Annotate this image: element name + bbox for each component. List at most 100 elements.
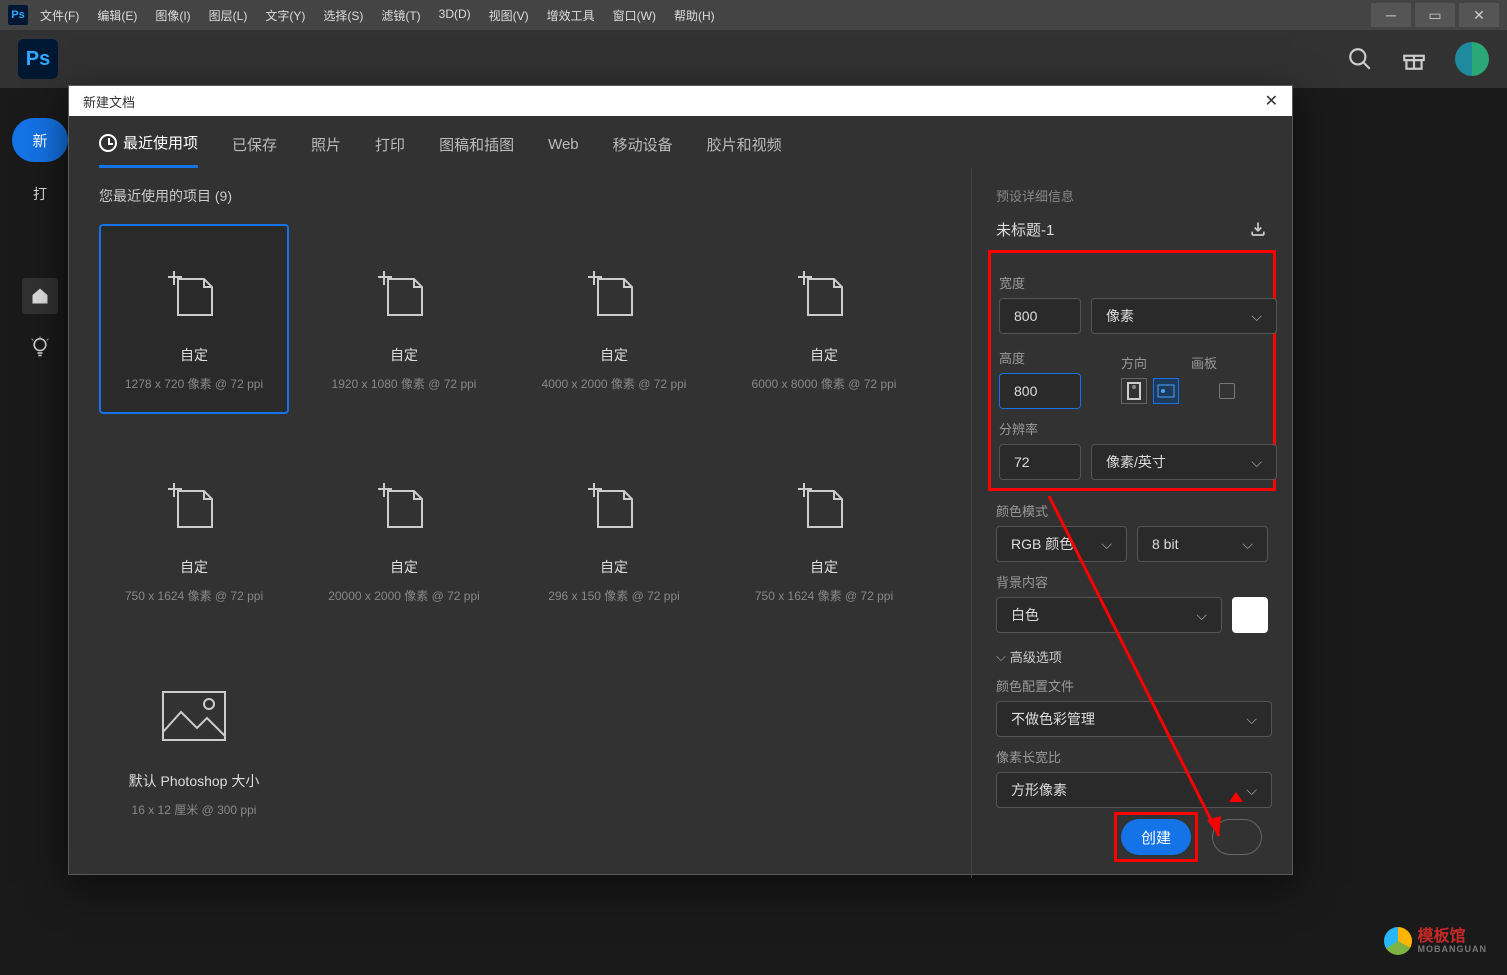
preset-title: 自定 <box>600 345 628 365</box>
download-icon[interactable] <box>1248 220 1268 240</box>
create-highlight: 创建 <box>1114 812 1198 862</box>
preset-card[interactable]: 自定 6000 x 8000 像素 @ 72 ppi <box>729 224 919 414</box>
recent-count-label: 您最近使用的项目 (9) <box>99 186 941 206</box>
preset-subtitle: 16 x 12 厘米 @ 300 ppi <box>132 801 257 818</box>
tab-mobile[interactable]: 移动设备 <box>613 134 673 167</box>
clock-icon <box>99 134 117 152</box>
preset-card[interactable]: 自定1920 x 1080 像素 @ 72 ppi <box>309 224 499 414</box>
orientation-landscape-button[interactable] <box>1153 378 1179 404</box>
menu-select[interactable]: 选择(S) <box>323 7 363 24</box>
close-icon[interactable]: ✕ <box>1265 91 1278 111</box>
chevron-down-icon: ⌵ <box>1251 308 1262 325</box>
cancel-button[interactable] <box>1212 819 1262 855</box>
width-input[interactable] <box>999 298 1081 334</box>
watermark: 模板馆MOBANGUAN <box>1384 927 1488 955</box>
preset-subtitle: 1278 x 720 像素 @ 72 ppi <box>125 375 263 392</box>
menu-file[interactable]: 文件(F) <box>40 7 79 24</box>
tab-recent[interactable]: 最近使用项 <box>99 132 198 168</box>
menu-image[interactable]: 图像(I) <box>155 7 190 24</box>
artboard-checkbox[interactable] <box>1219 383 1235 399</box>
resolution-unit-select[interactable]: 像素/英寸⌵ <box>1091 444 1277 480</box>
menu-plugin[interactable]: 增效工具 <box>547 7 595 24</box>
resolution-input[interactable] <box>999 444 1081 480</box>
menu-edit[interactable]: 编辑(E) <box>97 7 137 24</box>
orientation-label: 方向 <box>1121 353 1147 372</box>
color-mode-label: 颜色模式 <box>996 501 1268 520</box>
document-icon <box>376 267 432 323</box>
maximize-button[interactable]: ▭ <box>1415 3 1455 27</box>
menu-window[interactable]: 窗口(W) <box>613 7 656 24</box>
tab-film[interactable]: 胶片和视频 <box>707 134 782 167</box>
color-mode-select[interactable]: RGB 颜色⌵ <box>996 526 1127 562</box>
create-button[interactable]: 创建 <box>1121 819 1191 855</box>
preset-title: 自定 <box>810 557 838 577</box>
menu-bar: 文件(F) 编辑(E) 图像(I) 图层(L) 文字(Y) 选择(S) 滤镜(T… <box>40 7 715 24</box>
image-icon <box>159 688 229 749</box>
close-button[interactable]: ✕ <box>1459 3 1499 27</box>
width-unit-select[interactable]: 像素⌵ <box>1091 298 1277 334</box>
pixel-aspect-select[interactable]: 方形像素⌵ <box>996 772 1272 808</box>
resolution-label: 分辨率 <box>999 419 1265 438</box>
background-select[interactable]: 白色⌵ <box>996 597 1222 633</box>
preset-card[interactable]: 自定20000 x 2000 像素 @ 72 ppi <box>309 436 499 626</box>
menu-filter[interactable]: 滤镜(T) <box>381 7 420 24</box>
chevron-down-icon: ⌵ <box>1246 782 1257 799</box>
menu-help[interactable]: 帮助(H) <box>674 7 715 24</box>
menu-view[interactable]: 视图(V) <box>489 7 529 24</box>
preset-card[interactable]: 自定4000 x 2000 像素 @ 72 ppi <box>519 224 709 414</box>
preset-title: 自定 <box>390 345 418 365</box>
tab-art[interactable]: 图稿和插图 <box>439 134 514 167</box>
document-name[interactable]: 未标题-1 <box>996 219 1054 240</box>
chevron-down-icon: ⌵ <box>996 649 1006 665</box>
preset-subtitle: 20000 x 2000 像素 @ 72 ppi <box>328 587 480 604</box>
chevron-down-icon: ⌵ <box>1246 711 1257 728</box>
menu-type[interactable]: 文字(Y) <box>265 7 305 24</box>
pixel-aspect-label: 像素长宽比 <box>996 747 1268 766</box>
preset-subtitle: 750 x 1624 像素 @ 72 ppi <box>755 587 893 604</box>
document-icon <box>586 267 642 323</box>
tab-photo[interactable]: 照片 <box>311 134 341 167</box>
document-icon <box>796 267 852 323</box>
color-profile-select[interactable]: 不做色彩管理⌵ <box>996 701 1272 737</box>
preset-title: 自定 <box>180 345 208 365</box>
preset-subtitle: 750 x 1624 像素 @ 72 ppi <box>125 587 263 604</box>
advanced-toggle[interactable]: ⌵高级选项 <box>996 647 1268 666</box>
minimize-button[interactable]: ─ <box>1371 3 1411 27</box>
artboard-label: 画板 <box>1191 353 1217 372</box>
learn-icon[interactable] <box>30 336 50 365</box>
search-icon[interactable] <box>1347 46 1373 72</box>
bit-depth-select[interactable]: 8 bit⌵ <box>1137 526 1268 562</box>
menu-layer[interactable]: 图层(L) <box>209 7 248 24</box>
height-input[interactable] <box>999 373 1081 409</box>
preset-card[interactable]: 自定 750 x 1624 像素 @ 72 ppi <box>729 436 919 626</box>
preset-subtitle: 296 x 150 像素 @ 72 ppi <box>548 587 680 604</box>
document-icon <box>586 479 642 535</box>
tab-web[interactable]: Web <box>548 136 579 165</box>
new-document-button[interactable]: 新 <box>12 118 68 162</box>
tab-print[interactable]: 打印 <box>375 134 405 167</box>
preset-details-label: 预设详细信息 <box>996 186 1268 205</box>
orientation-portrait-button[interactable] <box>1121 378 1147 404</box>
gift-icon[interactable] <box>1401 46 1427 72</box>
document-icon <box>796 479 852 535</box>
document-icon <box>376 479 432 535</box>
preset-card[interactable]: 自定 750 x 1624 像素 @ 72 ppi <box>99 436 289 626</box>
annotation-triangle-icon <box>1229 792 1243 802</box>
background-swatch[interactable] <box>1232 597 1268 633</box>
home-icon[interactable] <box>22 278 58 314</box>
preset-card[interactable]: 自定 1278 x 720 像素 @ 72 ppi <box>99 224 289 414</box>
dialog-title: 新建文档 <box>83 92 135 111</box>
preset-subtitle: 6000 x 8000 像素 @ 72 ppi <box>752 375 897 392</box>
avatar[interactable] <box>1455 42 1489 76</box>
menu-3d[interactable]: 3D(D) <box>439 7 471 24</box>
preset-card[interactable]: 默认 Photoshop 大小16 x 12 厘米 @ 300 ppi <box>99 648 289 838</box>
open-label[interactable]: 打 <box>33 184 47 204</box>
preset-title: 自定 <box>180 557 208 577</box>
tab-saved[interactable]: 已保存 <box>232 134 277 167</box>
chevron-down-icon: ⌵ <box>1251 454 1262 471</box>
chevron-down-icon: ⌵ <box>1242 536 1253 553</box>
ps-logo-small: Ps <box>8 5 28 25</box>
height-label: 高度 <box>999 348 1081 367</box>
preset-title: 自定 <box>810 345 838 365</box>
preset-card[interactable]: 自定296 x 150 像素 @ 72 ppi <box>519 436 709 626</box>
